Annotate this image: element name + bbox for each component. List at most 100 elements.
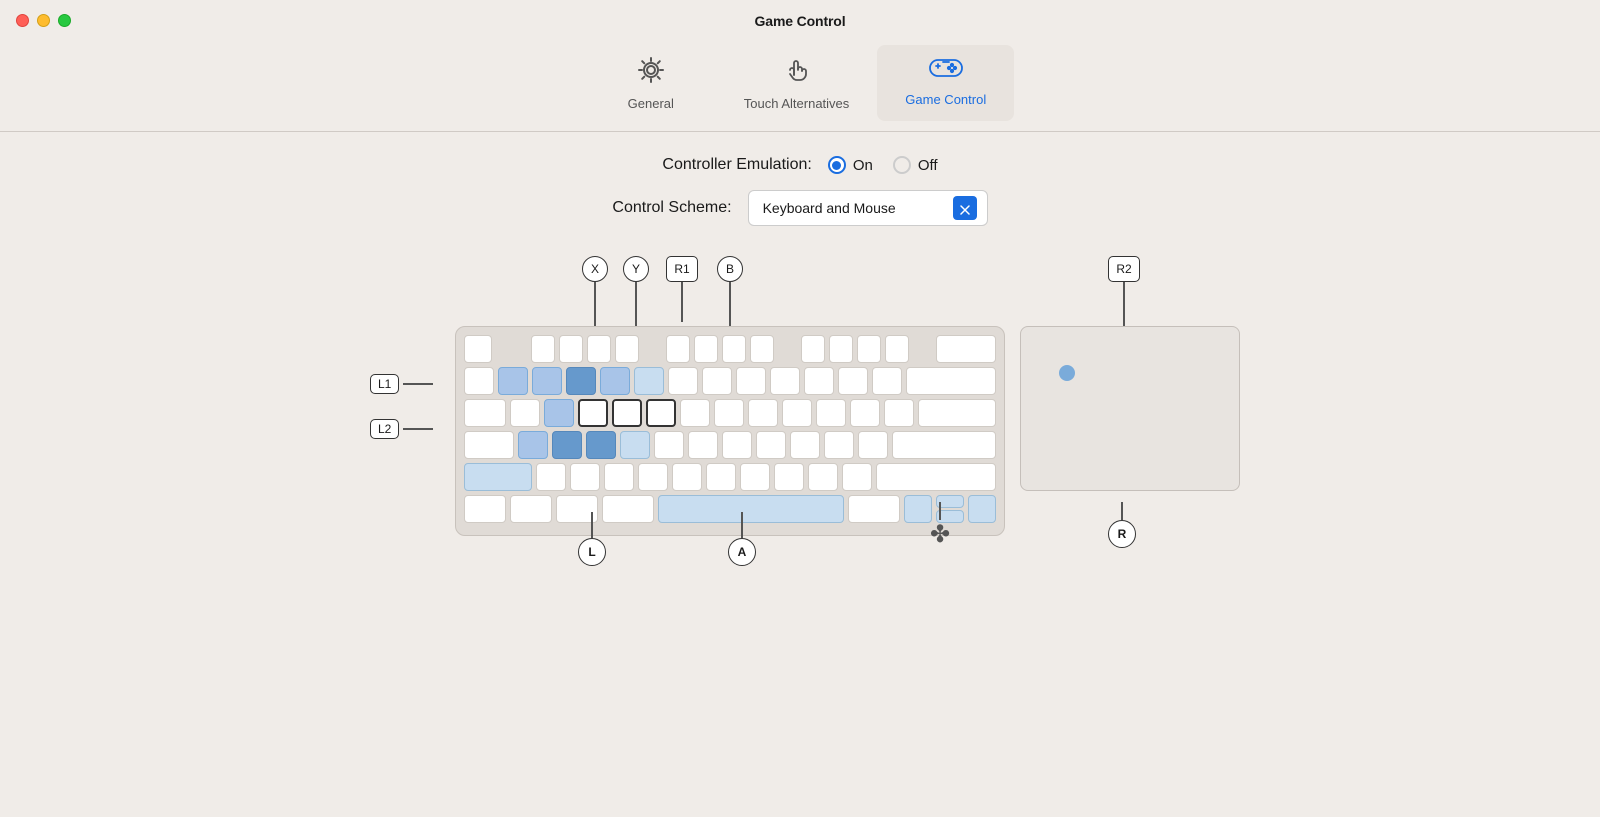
key-period bbox=[808, 463, 838, 491]
key-v bbox=[638, 463, 668, 491]
key-arrow-right bbox=[968, 495, 996, 523]
label-r-below: R bbox=[1108, 502, 1136, 548]
tab-touch-alternatives[interactable]: Touch Alternatives bbox=[716, 45, 878, 121]
controller-icon bbox=[928, 55, 964, 86]
key-quote bbox=[858, 431, 888, 459]
l-button-label: L bbox=[578, 538, 606, 566]
key-f1 bbox=[531, 335, 555, 363]
label-b: B bbox=[717, 256, 743, 328]
scheme-select-value: Keyboard and Mouse bbox=[763, 200, 945, 216]
key-j bbox=[722, 431, 752, 459]
key-0 bbox=[804, 367, 834, 395]
key-y bbox=[680, 399, 710, 427]
key-8 bbox=[736, 367, 766, 395]
key-cmd-right bbox=[848, 495, 900, 523]
radio-off-circle[interactable] bbox=[893, 156, 911, 174]
key-h bbox=[688, 431, 718, 459]
key-d bbox=[586, 431, 616, 459]
key-x bbox=[570, 463, 600, 491]
key-return bbox=[892, 431, 996, 459]
a-line-below bbox=[741, 512, 743, 538]
key-f bbox=[620, 431, 650, 459]
key-f6 bbox=[694, 335, 718, 363]
radio-off-label: Off bbox=[918, 157, 938, 174]
keyboard bbox=[455, 326, 1005, 536]
close-button[interactable] bbox=[16, 14, 29, 27]
label-y: Y bbox=[623, 256, 649, 328]
tab-game-control[interactable]: Game Control bbox=[877, 45, 1014, 121]
label-r1: R1 bbox=[666, 256, 698, 322]
trackpad bbox=[1020, 326, 1240, 491]
key-bracket-open bbox=[850, 399, 880, 427]
key-esc bbox=[464, 335, 492, 363]
b-button-label: B bbox=[717, 256, 743, 282]
tab-game-control-label: Game Control bbox=[905, 92, 986, 107]
key-row-2 bbox=[464, 367, 996, 395]
key-q bbox=[510, 399, 540, 427]
key-n bbox=[706, 463, 736, 491]
key-r bbox=[612, 399, 642, 427]
key-4 bbox=[600, 367, 630, 395]
key-row-1 bbox=[464, 335, 996, 363]
b-line bbox=[729, 282, 731, 328]
tab-general-label: General bbox=[628, 96, 674, 111]
radio-on-circle[interactable] bbox=[828, 156, 846, 174]
dpad-line-below bbox=[939, 502, 941, 520]
key-2 bbox=[532, 367, 562, 395]
toolbar-divider bbox=[0, 131, 1600, 132]
l2-button-label: L2 bbox=[370, 419, 399, 439]
key-m bbox=[740, 463, 770, 491]
key-power bbox=[936, 335, 996, 363]
toolbar: General Touch Alternatives bbox=[0, 31, 1600, 131]
key-fn bbox=[464, 495, 506, 523]
key-k bbox=[756, 431, 786, 459]
emulation-row: Controller Emulation: On Off bbox=[662, 156, 937, 174]
scheme-label: Control Scheme: bbox=[612, 199, 731, 217]
window-title: Game Control bbox=[755, 13, 846, 29]
key-backtick bbox=[464, 367, 494, 395]
emulation-label: Controller Emulation: bbox=[662, 156, 811, 174]
key-f11 bbox=[857, 335, 881, 363]
key-5 bbox=[634, 367, 664, 395]
radio-off[interactable]: Off bbox=[893, 156, 938, 174]
dpad-icon: ✤ bbox=[930, 520, 950, 549]
key-o bbox=[782, 399, 812, 427]
label-l-below: L bbox=[578, 512, 606, 566]
l1-button-label: L1 bbox=[370, 374, 399, 394]
key-c bbox=[604, 463, 634, 491]
label-l1: L1 bbox=[370, 374, 433, 394]
key-ctrl bbox=[510, 495, 552, 523]
key-i bbox=[748, 399, 778, 427]
key-3 bbox=[566, 367, 596, 395]
key-arrow-left bbox=[904, 495, 932, 523]
key-w bbox=[544, 399, 574, 427]
r-line-below bbox=[1121, 502, 1123, 520]
key-f7 bbox=[722, 335, 746, 363]
l-line-below bbox=[591, 512, 593, 538]
minimize-button[interactable] bbox=[37, 14, 50, 27]
y-line bbox=[635, 282, 637, 328]
x-line bbox=[594, 282, 596, 328]
key-bracket-close bbox=[884, 399, 914, 427]
key-6 bbox=[668, 367, 698, 395]
maximize-button[interactable] bbox=[58, 14, 71, 27]
key-7 bbox=[702, 367, 732, 395]
key-g bbox=[654, 431, 684, 459]
scheme-select[interactable]: Keyboard and Mouse bbox=[748, 190, 988, 226]
key-u bbox=[714, 399, 744, 427]
l1-line bbox=[403, 383, 433, 385]
a-button-label: A bbox=[728, 538, 756, 566]
key-row-5 bbox=[464, 463, 996, 491]
keyboard-diagram: X Y R1 B R2 L1 L2 bbox=[350, 256, 1250, 596]
key-shift-left bbox=[464, 463, 532, 491]
key-comma bbox=[774, 463, 804, 491]
tab-general[interactable]: General bbox=[586, 45, 716, 121]
radio-on[interactable]: On bbox=[828, 156, 873, 174]
r1-button-label: R1 bbox=[666, 256, 698, 282]
key-slash bbox=[842, 463, 872, 491]
label-a-below: A bbox=[728, 512, 756, 566]
key-1 bbox=[498, 367, 528, 395]
key-backslash bbox=[918, 399, 996, 427]
key-f9 bbox=[801, 335, 825, 363]
key-l bbox=[790, 431, 820, 459]
